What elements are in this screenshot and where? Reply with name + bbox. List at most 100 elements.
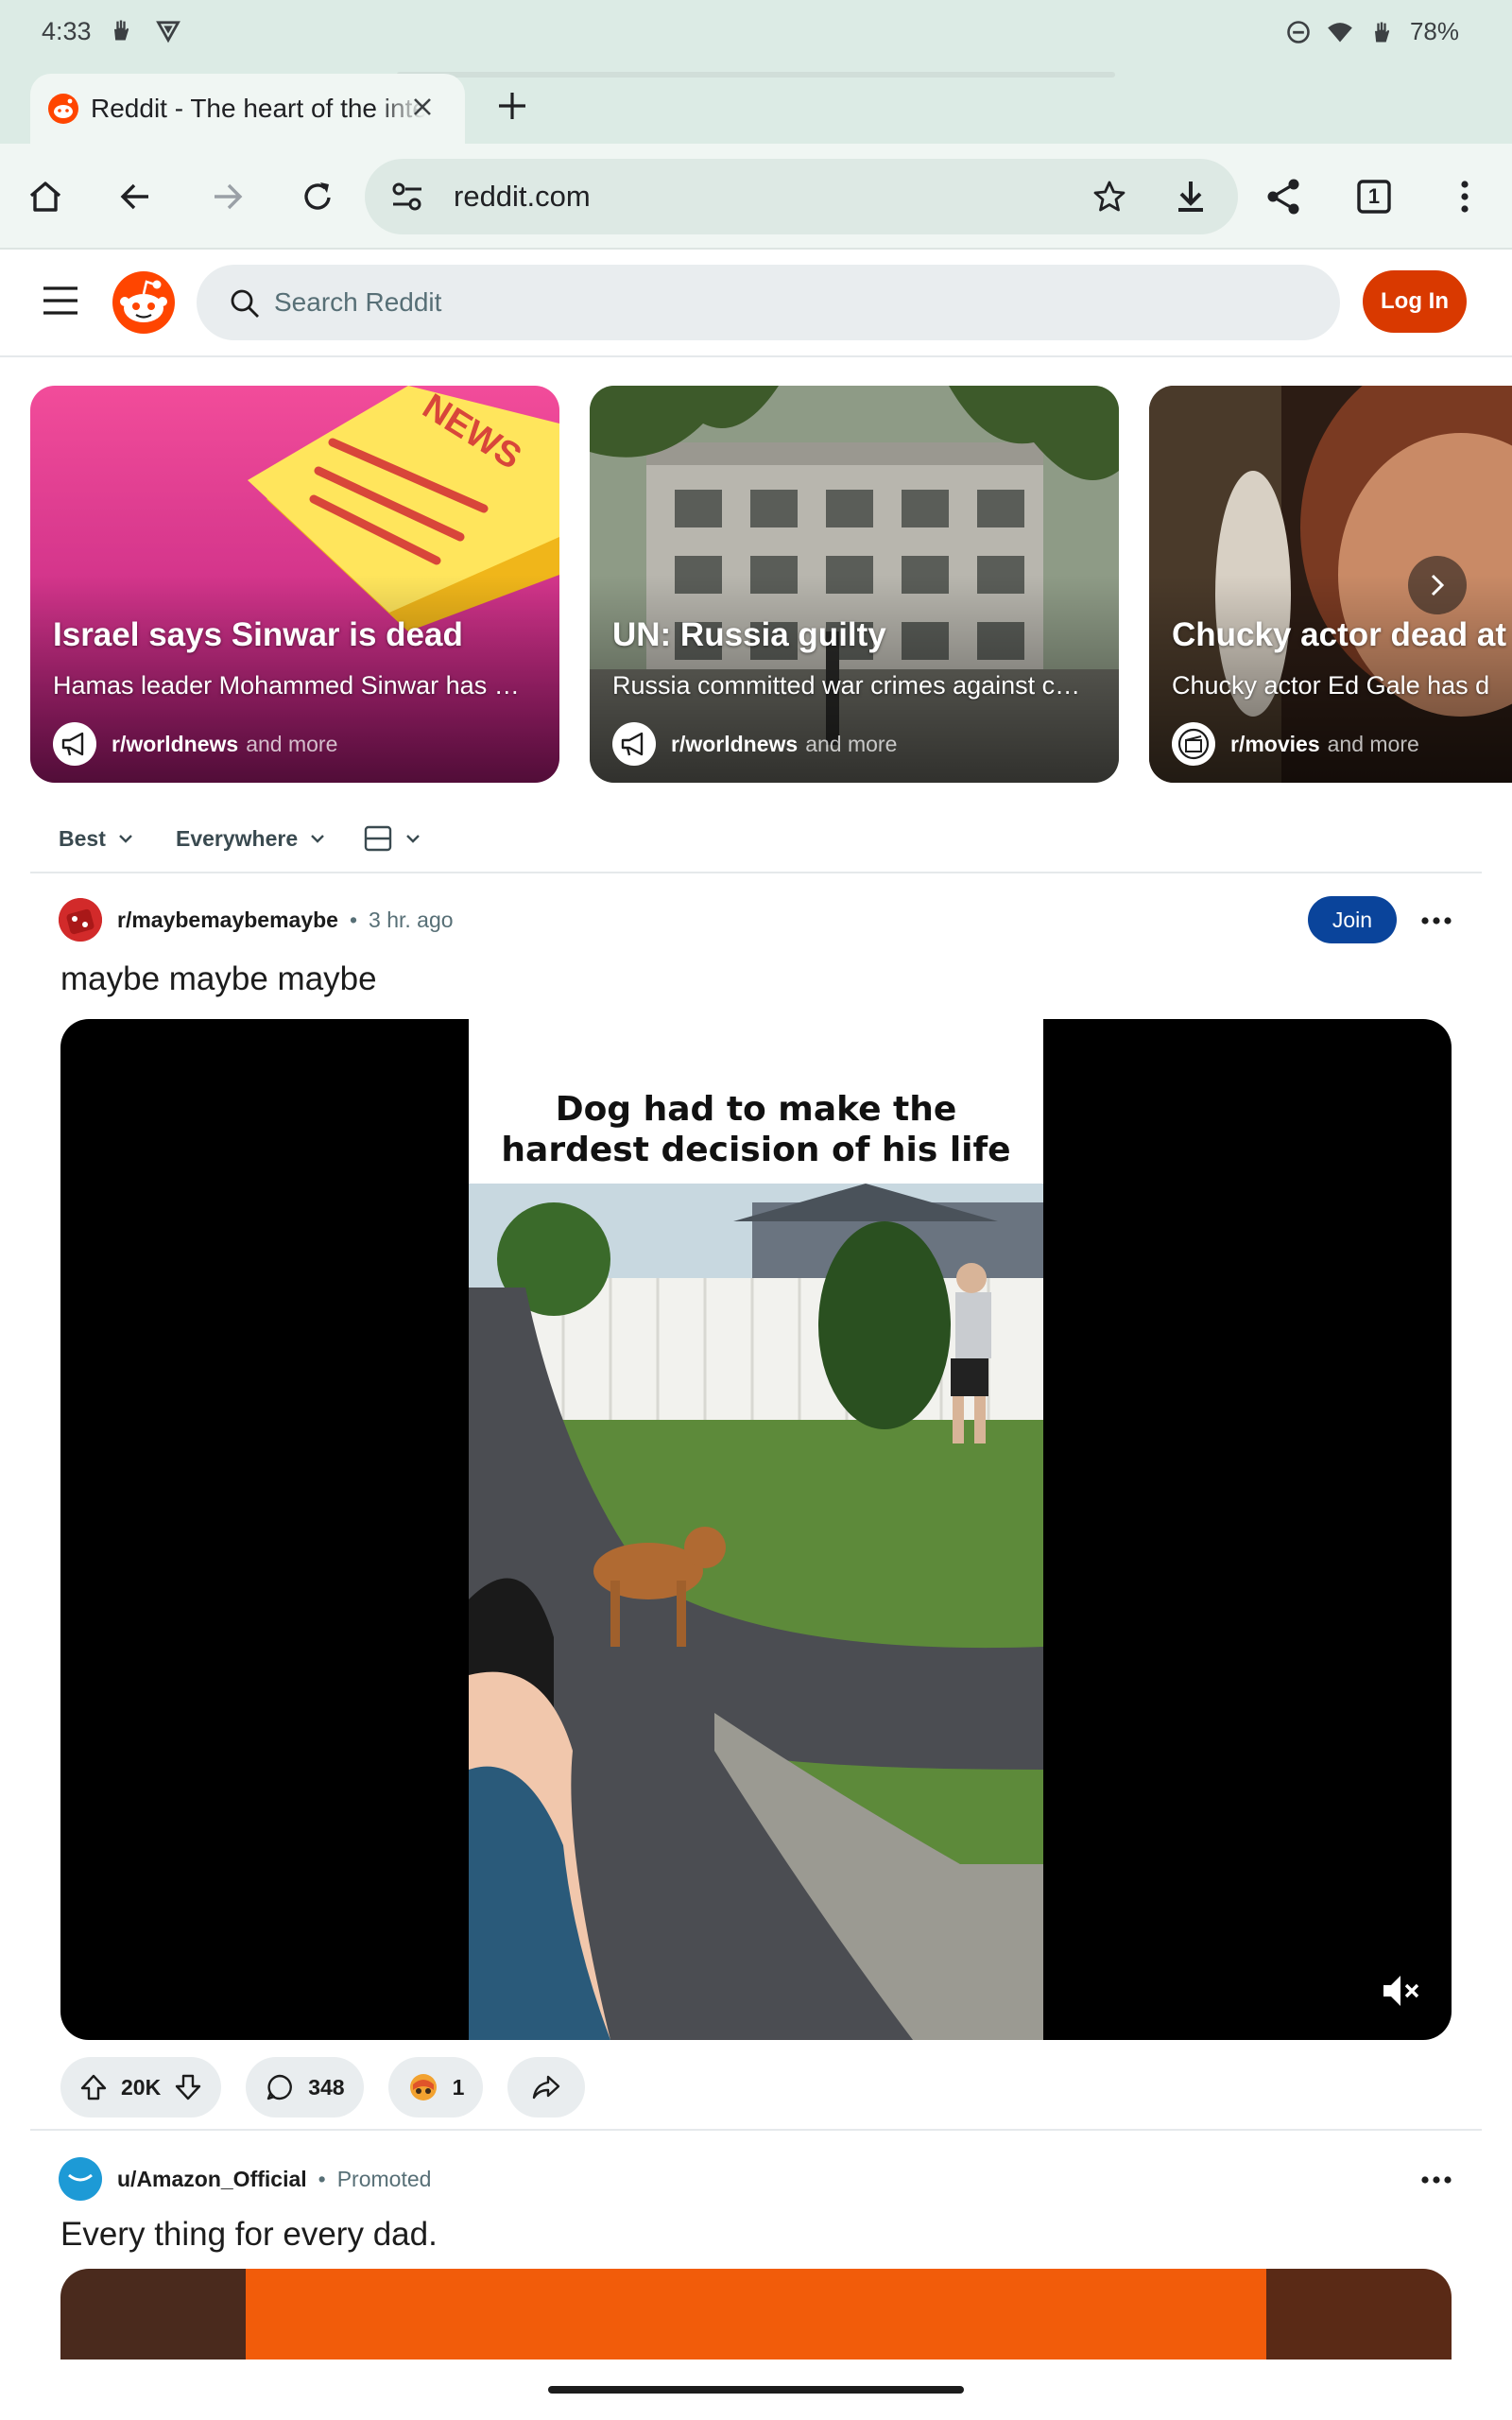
chevron-down-icon [119,835,132,843]
sort-scope-label: Everywhere [176,825,299,851]
feed-sort-bar: Best Everywhere [30,805,1482,873]
search-input[interactable] [274,265,1314,340]
amazon-avatar-icon[interactable] [59,2157,102,2201]
carousel-next-button[interactable] [1408,556,1467,614]
sort-scope-dropdown[interactable]: Everywhere [166,815,337,862]
card-subreddit[interactable]: r/movies and more [1172,722,1419,766]
more-horizontal-icon [1421,2176,1452,2184]
chevron-right-icon [1431,574,1445,596]
video-player[interactable]: Dog had to make the hardest decision of … [60,1019,1452,2040]
home-button[interactable] [19,170,72,223]
trending-card[interactable]: NEWS Israel says Sinwar is dead Hamas le… [30,386,559,783]
video-caption-line: Dog had to make the [555,1090,957,1129]
bookmark-star-icon[interactable] [1091,178,1128,216]
battery-hand-icon [1374,22,1390,42]
tab-count: 1 [1367,184,1381,208]
post-meta: r/maybemaybemaybe • 3 hr. ago [59,898,454,942]
card-title: UN: Russia guilty [612,616,886,653]
video-caption: Dog had to make the hardest decision of … [469,1089,1043,1170]
promo-image[interactable] [60,2269,1452,2360]
card-and-more: and more [1327,731,1419,756]
award-count: 1 [452,2074,465,2100]
feed-post[interactable]: r/maybemaybemaybe • 3 hr. ago Join maybe… [30,873,1482,2131]
comments-button[interactable]: 348 [246,2057,364,2118]
card-description: Chucky actor Ed Gale has d [1172,671,1490,700]
promo-username[interactable]: u/Amazon_Official [117,2167,307,2192]
browser-menu-button[interactable] [1438,170,1491,223]
home-icon [29,182,61,212]
search-icon [231,289,259,318]
post-title[interactable]: maybe maybe maybe [60,960,377,998]
url-text[interactable]: reddit.com [454,180,591,214]
back-button[interactable] [110,170,163,223]
subreddit-avatar-icon[interactable] [59,898,102,942]
chevron-down-icon [406,835,420,843]
post-timestamp: 3 hr. ago [369,907,454,932]
browser-toolbar: reddit.com 1 [0,144,1512,250]
promo-title[interactable]: Every thing for every dad. [60,2216,438,2254]
promo-meta: u/Amazon_Official • Promoted [59,2157,431,2201]
card-and-more: and more [246,731,338,756]
card-title: Chucky actor dead at [1172,616,1506,653]
reddit-logo-icon[interactable] [112,270,176,335]
tab-title: Reddit - The heart of the internet [91,94,426,123]
shield-icon [156,21,180,43]
more-horizontal-icon [1421,917,1452,925]
movies-avatar-icon [1172,722,1215,766]
status-time: 4:33 [42,17,92,45]
downvote-icon[interactable] [174,2073,202,2101]
upvote-count: 20K [121,2074,162,2100]
close-tab-icon[interactable] [408,93,437,121]
card-subreddit[interactable]: r/worldnews and more [53,722,337,766]
status-notification-icons [108,17,181,43]
reload-button[interactable] [291,170,344,223]
arrow-left-icon [120,183,148,210]
post-more-button[interactable] [1412,900,1461,942]
meta-separator: • [349,907,358,932]
site-settings-icon[interactable] [389,180,425,214]
mute-icon[interactable] [1374,1964,1427,2017]
video-caption-line: hardest decision of his life [501,1131,1011,1169]
card-subreddit-name: r/movies [1230,731,1320,756]
tab-strip-divider [397,72,1115,78]
join-button[interactable]: Join [1308,896,1397,943]
download-icon[interactable] [1170,176,1211,217]
card-description: Hamas leader Mohammed Sinwar has … [53,671,520,700]
video-scene [469,1184,1043,2040]
award-button[interactable]: 1 [387,2057,484,2118]
post-subreddit-name[interactable]: r/maybemaybemaybe [117,908,338,933]
log-in-button[interactable]: Log In [1363,270,1467,333]
trending-card[interactable]: UN: Russia guilty Russia committed war c… [590,386,1119,783]
dnd-icon [1287,20,1310,43]
view-layout-dropdown[interactable] [353,815,433,862]
sort-best-label: Best [59,825,106,851]
promo-more-button[interactable] [1412,2159,1461,2201]
video-frame: Dog had to make the hardest decision of … [469,1019,1043,2040]
share-post-button[interactable] [507,2057,586,2118]
megaphone-icon [53,722,96,766]
share-icon [1267,179,1299,215]
share-button[interactable] [1257,170,1310,223]
card-subreddit-name: r/worldnews [112,731,239,756]
vote-pill: 20K [60,2057,222,2118]
forward-button[interactable] [200,170,253,223]
tab-reddit[interactable]: Reddit - The heart of the internet [30,74,465,144]
reddit-search-bar[interactable] [197,265,1340,340]
card-subreddit-name: r/worldnews [671,731,799,756]
address-bar[interactable]: reddit.com [365,159,1238,234]
post-action-bar: 20K 348 1 [60,2057,586,2118]
tab-switcher-button[interactable]: 1 [1348,170,1400,223]
status-right: 78% [1285,17,1459,46]
upvote-icon[interactable] [79,2073,108,2101]
gesture-home-indicator[interactable] [548,2386,964,2394]
promoted-post[interactable]: u/Amazon_Official • Promoted Every thing… [30,2131,1482,2420]
hamburger-menu-icon[interactable] [42,284,79,318]
sort-best-dropdown[interactable]: Best [49,815,146,862]
chevron-down-icon [311,835,324,843]
card-view-icon [364,825,392,852]
new-tab-icon[interactable] [493,87,531,125]
comment-count: 348 [308,2074,345,2100]
reddit-favicon-icon [48,94,78,124]
card-subreddit[interactable]: r/worldnews and more [612,722,897,766]
card-title: Israel says Sinwar is dead [53,616,463,653]
